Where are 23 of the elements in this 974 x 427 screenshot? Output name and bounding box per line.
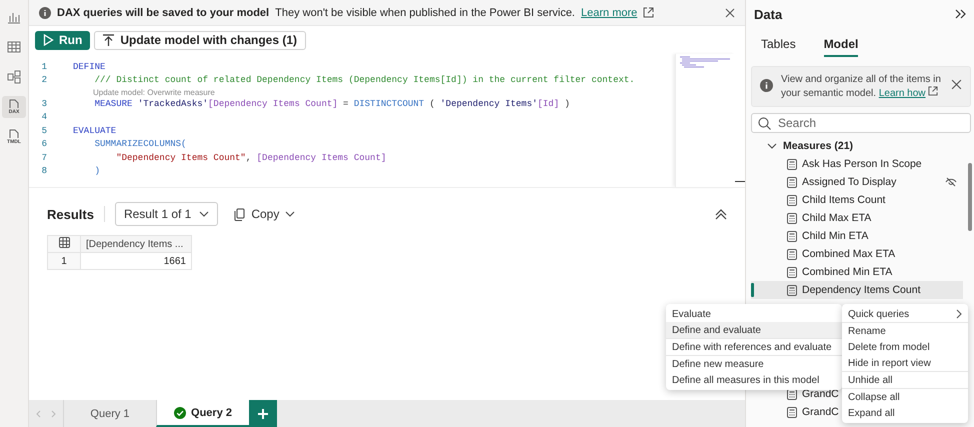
row-number: 1 bbox=[48, 252, 80, 270]
results-heading: Results bbox=[47, 206, 94, 222]
code-line: MEASURE 'TrackedAsks'[Dependency Items Count] = DISTINCTCOUNT ( 'Dependency Items'[Id] ) bbox=[94, 98, 570, 109]
code-line: DEFINE bbox=[73, 62, 106, 72]
line-number: 2 bbox=[40, 75, 47, 86]
code-line: ) bbox=[94, 166, 100, 176]
line-number: 5 bbox=[40, 126, 47, 136]
code-line: "Dependency Items Count", [Dependency Items Count] bbox=[115, 152, 386, 163]
code-line: SUMMARIZECOLUMNS( bbox=[94, 139, 186, 150]
banner-title: DAX queries will be saved to your model bbox=[57, 6, 270, 18]
line-number: 6 bbox=[40, 139, 47, 150]
pane-title: Data bbox=[754, 6, 782, 22]
info-text: View and organize all of the items in your semantic model. Learn how bbox=[781, 73, 942, 100]
code-line: /// Distinct count of related Dependency Items (Dependency Items[Id]) in the current filter context. bbox=[94, 75, 635, 86]
code-line: EVALUATE bbox=[73, 126, 116, 136]
line-number: 7 bbox=[40, 152, 47, 163]
line-number: 8 bbox=[40, 166, 47, 176]
line-number: 4 bbox=[40, 112, 47, 122]
table-cell: 1661 bbox=[80, 252, 192, 270]
line-number: 1 bbox=[40, 62, 47, 72]
line-number: 3 bbox=[40, 98, 47, 109]
banner-message: They won't be visible when published in the Power BI service. bbox=[275, 6, 575, 18]
column-header: [Dependency Items ... bbox=[80, 236, 192, 252]
